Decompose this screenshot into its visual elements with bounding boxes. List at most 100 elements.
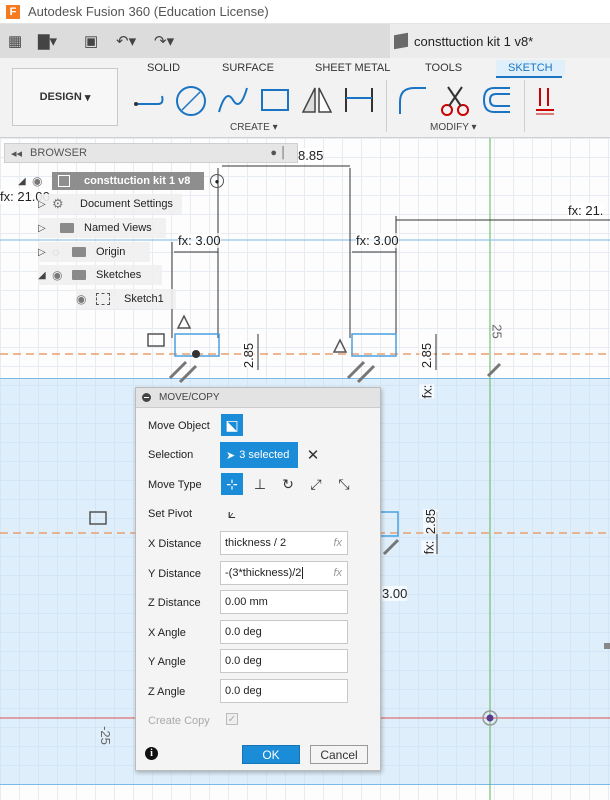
dimension-width-left[interactable]: fx: 3.00 [178,233,221,248]
y-distance-input[interactable]: -(3*thickness)/2 fx [220,561,348,585]
browser-item-sketches[interactable]: ◢ ◉ Sketches [38,265,162,285]
z-distance-value: 0.00 mm [225,596,268,608]
file-icon[interactable]: ▇▾ [38,32,57,50]
ribbon-separator [386,80,387,132]
visibility-eye-icon[interactable]: ◉ [52,268,72,282]
y-distance-value: -(3*thickness)/2 [225,567,302,579]
point-to-position-icon[interactable]: ⤡ [333,473,355,495]
document-cube-icon [394,32,408,50]
spline-tool-icon[interactable] [216,84,250,118]
dimension-height-left[interactable]: 2.85 [241,342,257,369]
activate-radio-icon[interactable]: ● [210,174,224,188]
expand-arrow-icon[interactable]: ◢ [18,176,32,187]
circle-tool-icon[interactable] [174,84,208,118]
dimension-fx-side-lower[interactable]: fx: [421,540,437,555]
x-distance-fx-icon[interactable]: fx [333,537,342,549]
create-copy-checkbox[interactable]: ✓ [226,713,238,725]
document-title: consttuction kit 1 v8* [414,33,534,49]
z-angle-label: Z Angle [148,686,186,698]
translate-icon[interactable]: ⊥ [249,473,271,495]
dimension-top[interactable]: 8.85 [298,148,324,163]
set-pivot-icon[interactable]: ⟀ [221,502,243,524]
tab-sketch[interactable]: SKETCH [496,60,565,76]
y-angle-value: 0.0 deg [225,655,262,667]
collapse-dialog-icon[interactable] [142,393,151,402]
save-icon[interactable]: ▣ [84,32,98,50]
browser-header[interactable]: ◂◂ BROWSER ● │ [4,143,298,163]
selection-button[interactable]: ➤ 3 selected [220,442,298,468]
modify-group-menu[interactable]: MODIFY ▾ [430,122,477,133]
move-type-label: Move Type [148,479,202,491]
dialog-title: MOVE/COPY [159,392,220,403]
y-angle-input[interactable]: 0.0 deg [220,649,348,673]
root-component-selected[interactable]: consttuction kit 1 v8 [52,172,204,190]
undo-icon[interactable]: ↶▾ [116,32,136,50]
tab-solid[interactable]: SOLID [147,62,180,74]
mirror-tool-icon[interactable] [300,84,334,118]
tab-sheet-metal[interactable]: SHEET METAL [315,62,390,74]
free-move-icon[interactable]: ⊹ [221,473,243,495]
folder-icon [72,247,86,257]
create-group-menu[interactable]: CREATE ▾ [230,122,278,133]
dialog-header[interactable]: MOVE/COPY [136,388,380,408]
redo-icon[interactable]: ↷▾ [154,32,174,50]
browser-item-origin[interactable]: ▷ ◌ Origin [38,242,150,262]
y-distance-fx-icon[interactable]: fx [333,567,342,579]
clear-selection-icon[interactable]: ✕ [302,444,324,466]
visibility-eye-icon[interactable]: ◉ [76,292,96,306]
dimension-width-mid[interactable]: fx: 3.00 [356,233,399,248]
cursor-arrow-icon: ➤ [226,449,236,462]
point-to-point-icon[interactable]: ⤢ [305,473,327,495]
modify-group-label: MODIFY [430,122,469,133]
x-angle-input[interactable]: 0.0 deg [220,620,348,644]
offset-tool-icon[interactable] [480,84,514,118]
hidden-eye-icon[interactable]: ◌ [52,245,72,259]
folder-icon [72,270,86,280]
collapse-browser-icon[interactable]: ◂◂ [11,147,22,160]
ribbon-separator [524,80,525,132]
browser-item-named-views[interactable]: ▷ Named Views [38,218,166,238]
fillet-tool-icon[interactable] [396,84,430,118]
move-object-sketch-icon[interactable]: ⬕ [221,414,243,436]
rectangle-tool-icon[interactable] [258,84,292,118]
axis-label-25: 25 [489,324,505,339]
grid-menu-icon[interactable]: ▦ [8,32,22,50]
expand-arrow-icon[interactable]: ▷ [38,223,52,234]
ok-button[interactable]: OK [242,745,300,764]
browser-root-row[interactable]: ◢ ◉ consttuction kit 1 v8 ● [18,171,240,191]
visibility-eye-icon[interactable]: ◉ [32,174,52,188]
trim-tool-icon[interactable] [438,84,472,118]
document-tab[interactable]: consttuction kit 1 v8* [390,24,610,58]
tab-tools[interactable]: TOOLS [425,62,462,74]
x-distance-input[interactable]: thickness / 2 fx [220,531,348,555]
workspace-switcher[interactable]: DESIGN ▾ [12,68,118,126]
expand-arrow-icon[interactable]: ▷ [38,247,52,258]
browser-options-icon[interactable]: ● │ [270,147,287,159]
component-icon [58,175,70,187]
z-distance-input[interactable]: 0.00 mm [220,590,348,614]
expand-arrow-icon[interactable]: ◢ [38,270,52,281]
browser-item-document-settings[interactable]: ▷ ⚙ Document Settings [38,194,182,214]
dimension-width-lower[interactable]: 3.00 [382,586,408,601]
dimension-fx-side[interactable]: fx: [419,384,435,399]
move-object-label: Move Object [148,420,210,432]
rotate-icon[interactable]: ↻ [277,473,299,495]
browser-item-label: Named Views [84,222,152,234]
axis-label-neg25: -25 [97,726,113,745]
browser-item-sketch1[interactable]: ◉ Sketch1 [76,289,176,309]
dimension-right[interactable]: fx: 21. [568,203,604,218]
expand-arrow-icon[interactable]: ▷ [38,199,52,210]
dimension-height-mid[interactable]: 2.85 [419,342,435,369]
info-icon[interactable]: i [145,747,158,760]
z-angle-input[interactable]: 0.0 deg [220,679,348,703]
cancel-button[interactable]: Cancel [310,745,368,764]
x-distance-label: X Distance [148,538,202,550]
line-tool-icon[interactable] [132,84,166,118]
constraint-tool-icon[interactable] [534,84,564,118]
dimension-tool-icon[interactable] [342,84,376,118]
tab-surface[interactable]: SURFACE [222,62,274,74]
z-angle-value: 0.0 deg [225,685,262,697]
selection-count: 3 selected [239,449,290,461]
gear-icon: ⚙ [52,196,64,211]
dimension-height-lower[interactable]: 2.85 [423,508,439,535]
